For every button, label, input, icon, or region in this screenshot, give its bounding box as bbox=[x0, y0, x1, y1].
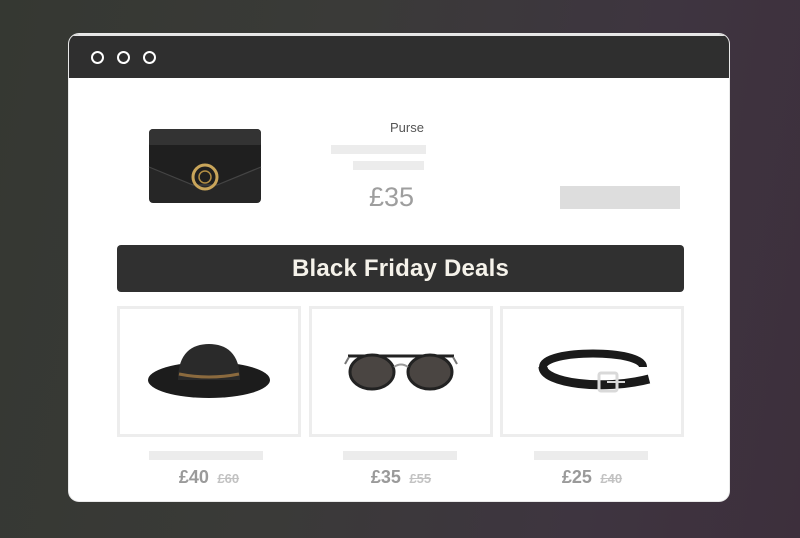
window-control-dot[interactable] bbox=[143, 51, 156, 64]
banner-title: Black Friday Deals bbox=[291, 254, 510, 282]
deal-price: £40 £60 bbox=[117, 467, 301, 488]
text-placeholder bbox=[534, 451, 648, 460]
deal-card[interactable] bbox=[309, 306, 493, 437]
purse-icon[interactable] bbox=[145, 125, 265, 207]
window-control-dot[interactable] bbox=[91, 51, 104, 64]
browser-window: Purse £35 Black Friday Deals £40 £60 £35… bbox=[69, 34, 729, 501]
original-price: £60 bbox=[217, 471, 240, 486]
product-price: £35 bbox=[369, 182, 415, 212]
hat-icon bbox=[148, 344, 270, 398]
belt-icon bbox=[538, 349, 651, 393]
deals-banner: Black Friday Deals bbox=[117, 245, 684, 292]
sale-price: £40 bbox=[178, 467, 209, 487]
sunglasses-icon bbox=[344, 353, 458, 391]
deal-price: £35 £55 bbox=[309, 467, 493, 488]
sale-price: £35 bbox=[370, 467, 401, 487]
text-placeholder bbox=[343, 451, 457, 460]
deal-card[interactable] bbox=[500, 306, 684, 437]
text-placeholder bbox=[331, 145, 426, 154]
window-control-dot[interactable] bbox=[117, 51, 130, 64]
original-price: £40 bbox=[600, 471, 623, 486]
text-placeholder bbox=[149, 451, 263, 460]
sale-price: £25 bbox=[561, 467, 592, 487]
text-placeholder bbox=[353, 161, 424, 170]
deal-card[interactable] bbox=[117, 306, 301, 437]
title-bar bbox=[69, 34, 729, 78]
add-to-cart-button[interactable] bbox=[560, 186, 680, 209]
product-name: Purse bbox=[390, 120, 424, 135]
original-price: £55 bbox=[409, 471, 432, 486]
deal-price: £25 £40 bbox=[500, 467, 684, 488]
